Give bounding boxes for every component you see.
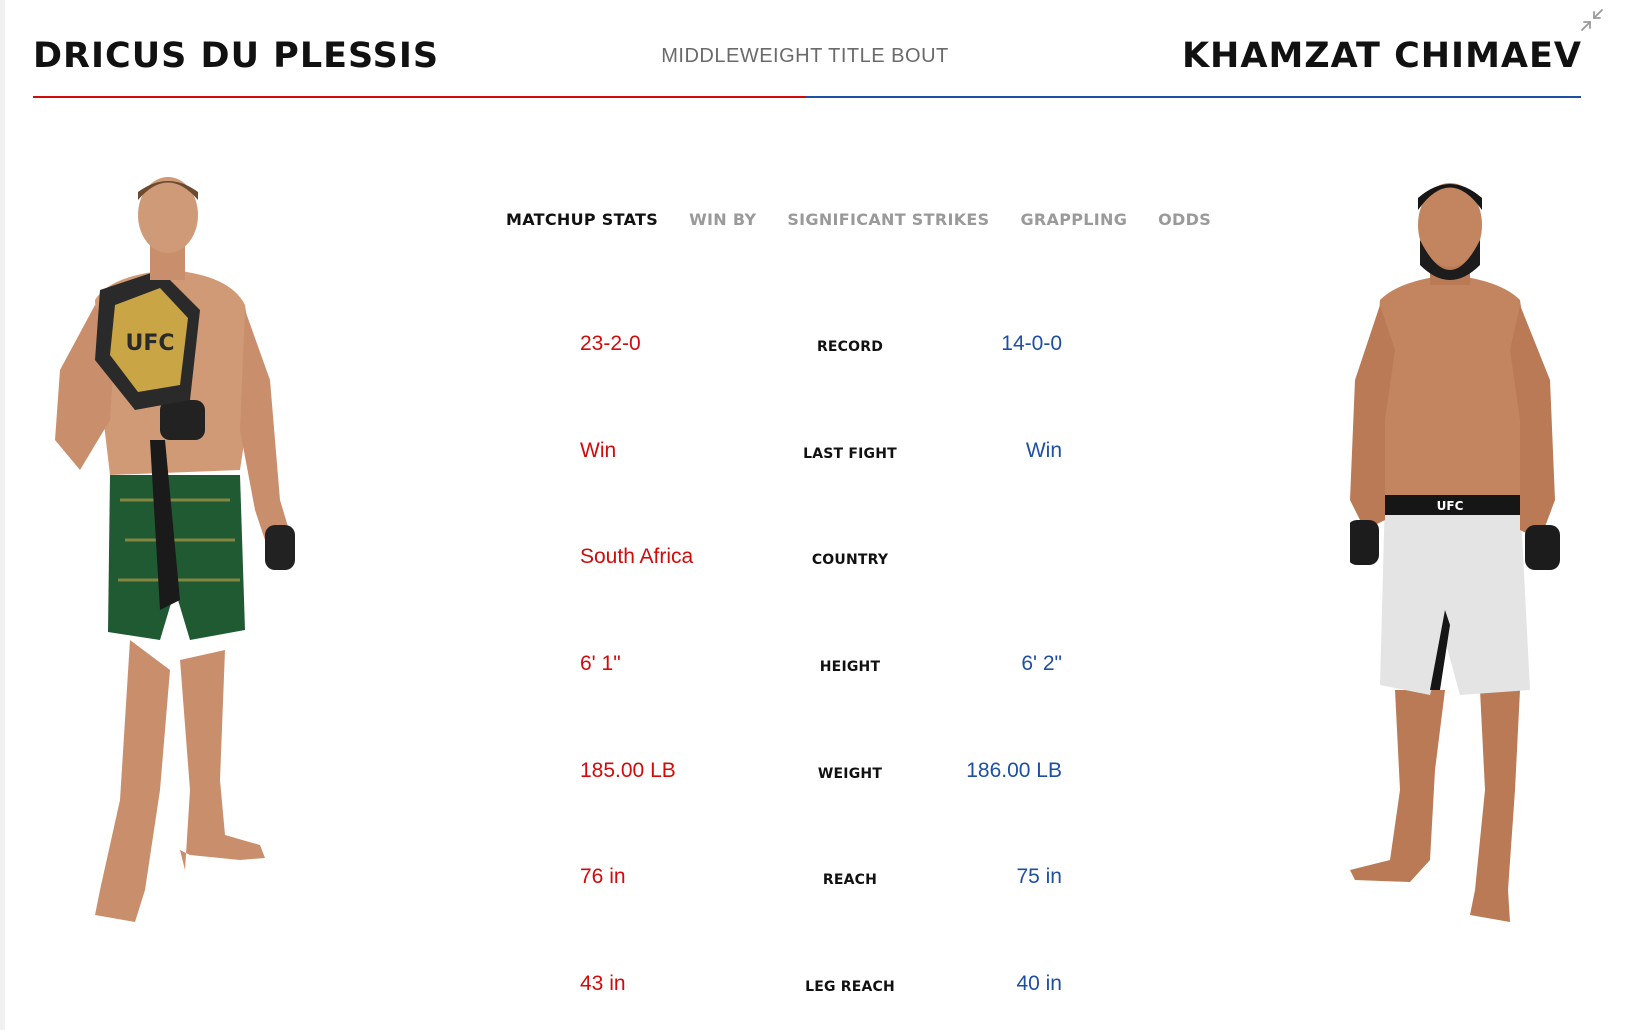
- tab-matchup-stats[interactable]: MATCHUP STATS: [506, 208, 658, 232]
- stat-label: WEIGHT: [817, 766, 883, 782]
- stat-label: LAST FIGHT: [803, 446, 897, 462]
- stat-row-country: South Africa COUNTRY: [580, 543, 1070, 583]
- red-stat-value: 76 in: [580, 865, 626, 888]
- red-stat-value: Win: [580, 439, 617, 462]
- blue-fighter-name: KHAMZAT CHIMAEV: [1181, 36, 1582, 76]
- svg-text:UFC: UFC: [1437, 499, 1464, 513]
- red-corner-divider: [33, 96, 805, 98]
- stats-tabs: MATCHUP STATS WIN BY SIGNIFICANT STRIKES…: [506, 208, 1211, 232]
- stat-row-height: 6' 1" HEIGHT 6' 2": [580, 650, 1070, 690]
- blue-stat-value: 14-0-0: [1001, 332, 1062, 355]
- stat-row-reach: 76 in REACH 75 in: [580, 863, 1070, 903]
- blue-stat-value: 40 in: [1016, 972, 1062, 995]
- stat-label: REACH: [822, 872, 878, 888]
- stat-row-weight: 185.00 LB WEIGHT 186.00 LB: [580, 757, 1070, 797]
- blue-stat-value: Win: [1025, 439, 1062, 462]
- tab-win-by[interactable]: WIN BY: [689, 208, 756, 232]
- red-stat-value: 43 in: [580, 972, 626, 995]
- collapse-arrows-icon[interactable]: [1577, 5, 1607, 35]
- red-stat-value: 185.00 LB: [580, 759, 676, 782]
- red-fighter-image: UFC: [40, 170, 320, 970]
- red-stat-value: South Africa: [580, 545, 694, 568]
- tab-odds[interactable]: ODDS: [1158, 208, 1211, 232]
- red-fighter-name: DRICUS DU PLESSIS: [33, 36, 440, 76]
- svg-text:UFC: UFC: [125, 331, 174, 356]
- tab-significant-strikes[interactable]: SIGNIFICANT STRIKES: [787, 208, 989, 232]
- stat-label: HEIGHT: [819, 659, 881, 675]
- blue-stat-value: 186.00 LB: [966, 759, 1062, 782]
- red-stat-value: 6' 1": [580, 652, 621, 675]
- blue-stat-value: 75 in: [1016, 865, 1062, 888]
- blue-fighter-image: UFC: [1347, 170, 1600, 970]
- stat-row-last-fight: Win LAST FIGHT Win: [580, 437, 1070, 477]
- stat-label: RECORD: [816, 339, 884, 355]
- stat-label: LEG REACH: [805, 979, 895, 995]
- stat-label: COUNTRY: [811, 552, 889, 568]
- left-edge-border: [0, 0, 5, 1030]
- tab-grappling[interactable]: GRAPPLING: [1020, 208, 1127, 232]
- red-stat-value: 23-2-0: [580, 332, 641, 355]
- stat-row-record: 23-2-0 RECORD 14-0-0: [580, 330, 1070, 370]
- stat-row-leg-reach: 43 in LEG REACH 40 in: [580, 970, 1070, 1010]
- blue-corner-divider: [805, 96, 1581, 98]
- matchup-page: DRICUS DU PLESSIS MIDDLEWEIGHT TITLE BOU…: [0, 0, 1630, 1030]
- blue-stat-value: 6' 2": [1021, 652, 1062, 675]
- bout-title: MIDDLEWEIGHT TITLE BOUT: [661, 45, 949, 67]
